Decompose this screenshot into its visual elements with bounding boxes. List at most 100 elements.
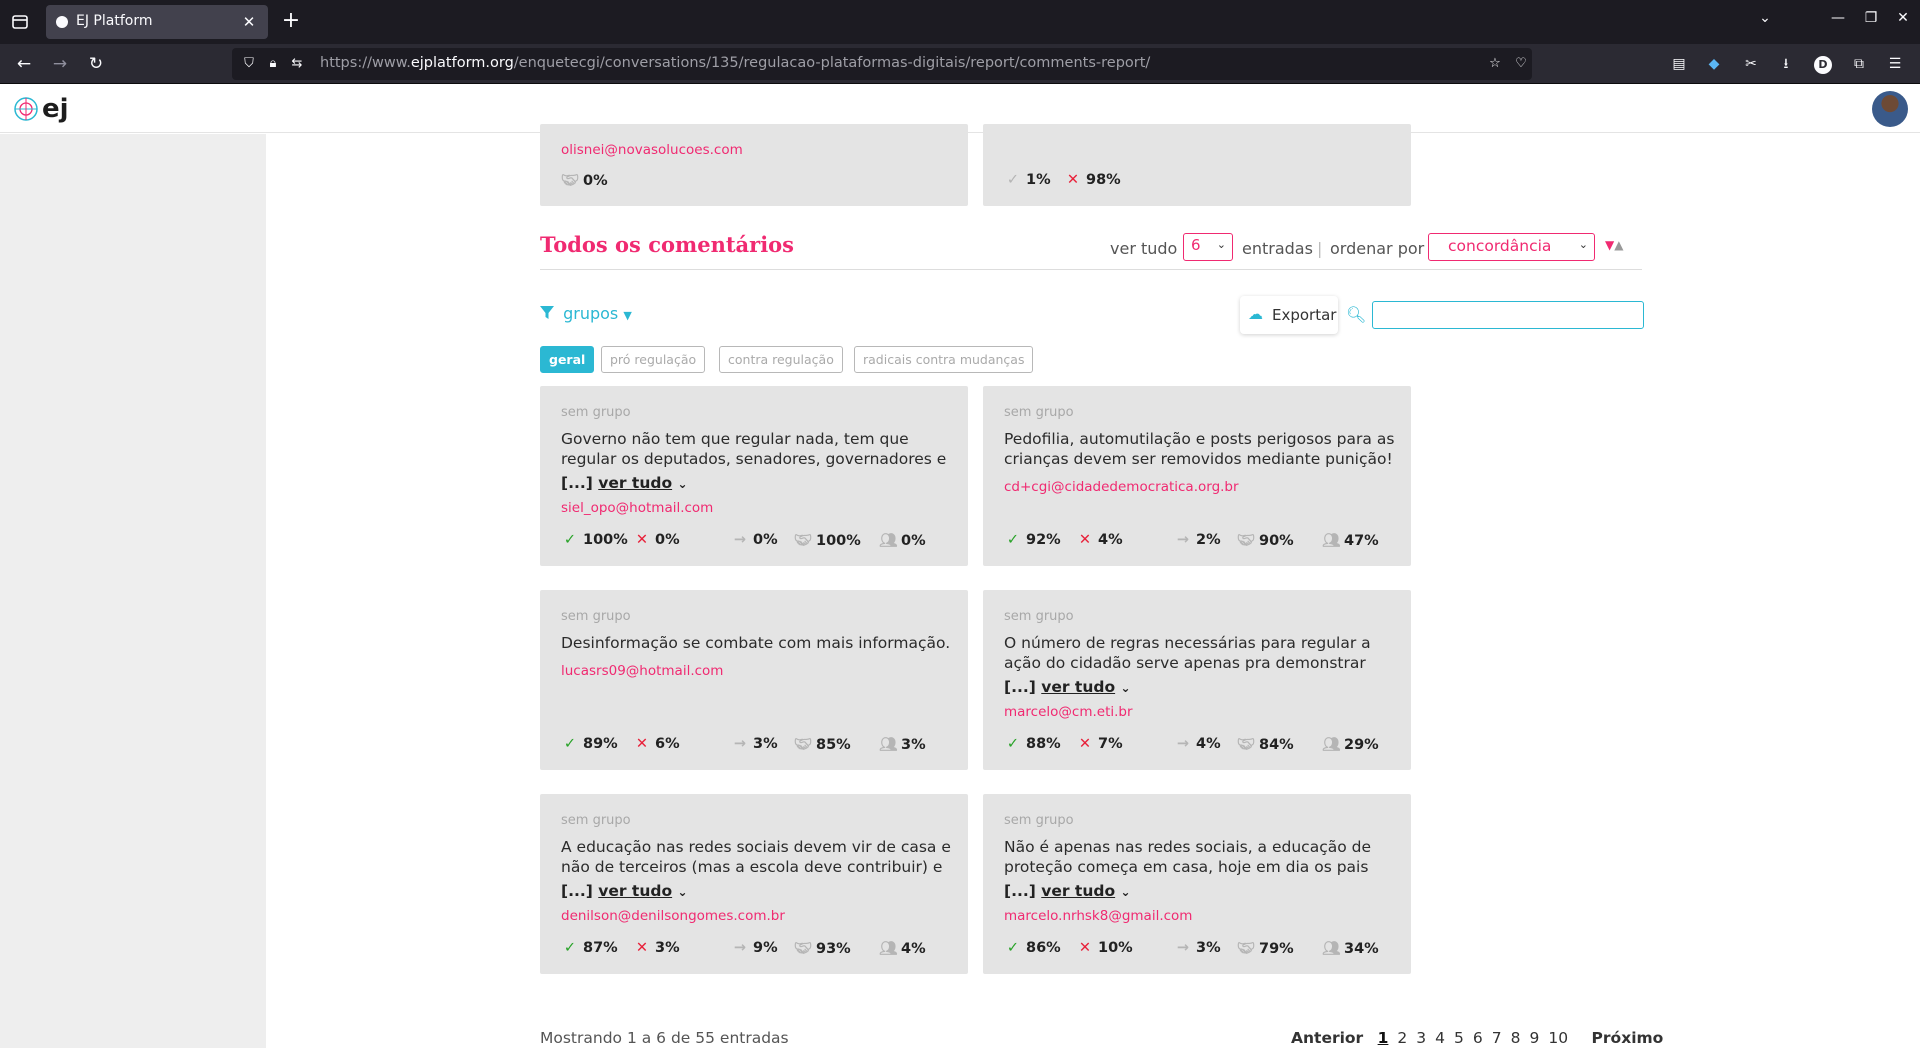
export-button[interactable]: ☁ Exportar (1240, 296, 1338, 334)
extension-icon[interactable]: ◆ (1703, 53, 1725, 75)
section-divider (540, 269, 1642, 270)
shield-icon[interactable]: ⛉ (240, 55, 258, 73)
screenshot-icon[interactable]: ✂ (1740, 53, 1762, 75)
account-icon[interactable]: D (1812, 53, 1834, 75)
sort-label: ordenar por (1330, 239, 1425, 258)
comment-stats: ✓ 100% ✕ 0% → 0% 🤝︎ 100% 👥︎ 0% (561, 532, 953, 552)
permissions-icon[interactable]: ⇆ (288, 55, 306, 73)
minimize-icon[interactable]: — (1826, 10, 1850, 26)
see-more[interactable]: [...] ver tudo ⌄ (1004, 882, 1131, 900)
comment-author[interactable]: denilson@denilsongomes.com.br (561, 908, 785, 924)
pass-stat: 🤝︎ 0% (561, 173, 608, 189)
reload-icon[interactable]: ↻ (84, 52, 108, 76)
page-link[interactable]: 8 (1511, 1029, 1521, 1047)
pass-stat: 🤝︎ 79% (1237, 941, 1294, 957)
comment-author[interactable]: olisnei@novasolucoes.com (561, 142, 743, 158)
page-link[interactable]: 9 (1530, 1029, 1540, 1047)
page-link[interactable]: 5 (1454, 1029, 1464, 1047)
agree-stat: ✓ 89% (561, 736, 618, 752)
check-icon: ✓ (1006, 736, 1020, 752)
see-more[interactable]: [...] ver tudo ⌄ (1004, 678, 1131, 696)
lock-icon[interactable]: 🔒︎ (264, 55, 282, 73)
logo-text: ej (42, 94, 69, 124)
close-tab-icon[interactable]: ✕ (238, 11, 260, 33)
entries-label: entradas (1242, 239, 1313, 258)
disagree-stat: ✕ 3% (633, 940, 680, 956)
tab-title: EJ Platform (76, 13, 153, 29)
main-content: olisnei@novasolucoes.com 🤝︎ 0% ✓ 1% ✕ 98% T… (266, 124, 1920, 1048)
ej-logo[interactable]: ej (12, 93, 69, 125)
see-all-link[interactable]: ver tudo (1041, 882, 1115, 900)
comment-author[interactable]: marcelo@cm.eti.br (1004, 704, 1133, 720)
comment-author[interactable]: siel_opo@hotmail.com (561, 500, 713, 516)
address-bar[interactable]: ⛉ 🔒︎ ⇆ https://www.ejplatform.org/enquet… (232, 48, 1532, 80)
search-input[interactable] (1372, 301, 1644, 329)
app-menu-icon[interactable]: ☰ (1884, 53, 1906, 75)
page-link[interactable]: 10 (1548, 1029, 1568, 1047)
bookmark-star-icon[interactable]: ☆ (1486, 55, 1504, 73)
back-icon[interactable]: ← (12, 52, 36, 76)
sort-direction-toggle[interactable]: ▼▲ (1605, 238, 1623, 252)
comment-group: sem grupo (561, 609, 631, 624)
page-link[interactable]: 6 (1473, 1029, 1483, 1047)
comment-text: A educação nas redes sociais devem vir d… (561, 838, 951, 876)
tab-list-icon[interactable] (8, 10, 32, 34)
browser-tab[interactable]: EJ Platform ✕ (46, 5, 268, 39)
sort-asc-icon[interactable]: ▲ (1614, 238, 1623, 252)
page-link[interactable]: 4 (1435, 1029, 1445, 1047)
restore-icon[interactable]: ❐ (1859, 10, 1883, 26)
comment-author[interactable]: cd+cgi@cidadedemocratica.org.br (1004, 479, 1239, 495)
comment-card: sem grupo Governo não tem que regular na… (540, 386, 968, 566)
participation-stat: 👥︎ 0% (879, 533, 926, 549)
see-all-link[interactable]: ver tudo (1041, 678, 1115, 696)
pass-stat: 🤝︎ 90% (1237, 533, 1294, 549)
user-avatar[interactable] (1872, 91, 1908, 127)
sort-select[interactable]: concordância ⌄ (1428, 233, 1595, 261)
users-icon: 👥︎ (879, 941, 898, 957)
groups-label: grupos (563, 304, 619, 323)
pagination-info: Mostrando 1 a 6 de 55 entradas (540, 1029, 789, 1047)
comment-author[interactable]: lucasrs09@hotmail.com (561, 663, 723, 679)
sort-desc-icon[interactable]: ▼ (1605, 238, 1614, 252)
handshake-icon: 🤝︎ (794, 533, 813, 549)
prev-page-link[interactable]: Anterior (1291, 1029, 1363, 1047)
groups-filter[interactable]: grupos ▼ (540, 304, 632, 323)
cross-icon: ✕ (635, 736, 649, 752)
participation-stat: 👥︎ 47% (1322, 533, 1379, 549)
reader-view-icon[interactable]: ▤ (1668, 53, 1690, 75)
extensions-puzzle-icon[interactable]: ⧉ (1848, 53, 1870, 75)
page-link[interactable]: 3 (1416, 1029, 1426, 1047)
entries-select[interactable]: 6 ⌄ (1183, 233, 1233, 261)
window-close-icon[interactable]: ✕ (1891, 10, 1915, 26)
url-text[interactable]: https://www.ejplatform.org/enquetecgi/co… (320, 55, 1150, 71)
pocket-icon[interactable]: ♡ (1512, 55, 1530, 73)
page-link[interactable]: 7 (1492, 1029, 1502, 1047)
comment-stats: ✓ 1% ✕ 98% (1004, 172, 1396, 192)
new-tab-icon[interactable]: + (278, 9, 304, 35)
group-chip-geral[interactable]: geral (540, 346, 595, 373)
comment-text: O número de regras necessárias para regu… (1004, 634, 1371, 672)
skip-stat: → 3% (1174, 940, 1221, 956)
users-icon: 👥︎ (879, 533, 898, 549)
see-more[interactable]: [...] ver tudo ⌄ (561, 474, 688, 492)
see-all-link[interactable]: ver tudo (598, 474, 672, 492)
group-chip-contra-regulacao[interactable]: contra regulação (719, 346, 843, 373)
see-all-link[interactable]: ver tudo (598, 882, 672, 900)
handshake-icon: 🤝︎ (561, 173, 580, 189)
list-all-tabs-icon[interactable]: ⌄ (1753, 10, 1777, 26)
page-link[interactable]: 2 (1397, 1029, 1407, 1047)
handshake-icon: 🤝︎ (794, 737, 813, 753)
comment-author[interactable]: marcelo.nrhsk8@gmail.com (1004, 908, 1192, 924)
arrow-right-icon: → (733, 940, 747, 956)
agree-stat: ✓ 88% (1004, 736, 1061, 752)
downloads-icon[interactable]: ⭳ (1775, 53, 1797, 75)
disagree-stat: ✕ 7% (1076, 736, 1123, 752)
see-more[interactable]: [...] ver tudo ⌄ (561, 882, 688, 900)
participation-stat: 👥︎ 3% (879, 737, 926, 753)
disagree-stat: ✕ 4% (1076, 532, 1123, 548)
group-chip-radicais[interactable]: radicais contra mudanças (854, 346, 1034, 373)
group-chip-pro-regulacao[interactable]: pró regulação (601, 346, 706, 373)
next-page-link[interactable]: Próximo (1592, 1029, 1664, 1047)
page-link[interactable]: 1 (1378, 1029, 1389, 1047)
forward-icon[interactable]: → (48, 52, 72, 76)
